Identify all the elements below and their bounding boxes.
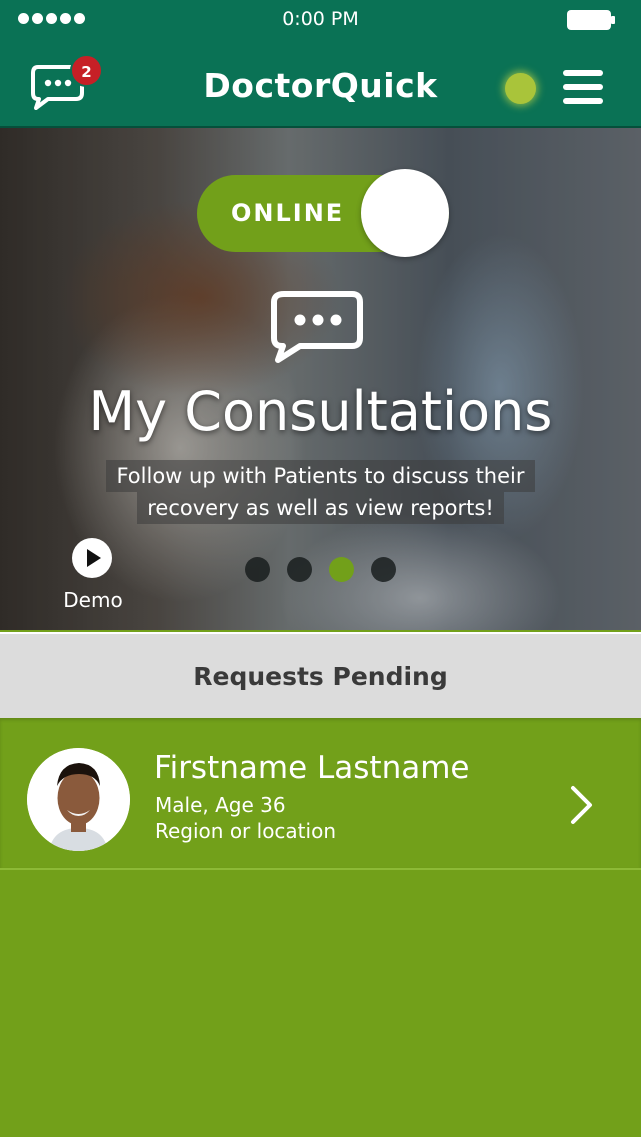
carousel-dot-4[interactable] bbox=[371, 557, 396, 582]
carousel-dot-2[interactable] bbox=[287, 557, 312, 582]
nav-bar: 2 DoctorQuick bbox=[0, 40, 641, 128]
online-status-indicator bbox=[505, 73, 536, 104]
carousel-pagination bbox=[245, 557, 396, 582]
patient-avatar bbox=[27, 748, 130, 851]
online-toggle[interactable]: ONLINE bbox=[197, 169, 449, 257]
hero-banner: ONLINE My Consultations Follow up with P… bbox=[0, 128, 641, 630]
patient-request-row[interactable]: Firstname Lastname Male, Age 36 Region o… bbox=[0, 718, 641, 870]
hero-title: My Consultations bbox=[88, 380, 553, 443]
online-toggle-label: ONLINE bbox=[231, 199, 345, 227]
chevron-right-icon[interactable] bbox=[566, 784, 596, 826]
demo-label: Demo bbox=[63, 588, 123, 612]
patient-photo bbox=[27, 748, 130, 851]
app-title: DoctorQuick bbox=[203, 66, 438, 105]
demo-button[interactable]: Demo bbox=[56, 536, 130, 616]
patient-gender-age: Male, Age 36 bbox=[155, 793, 286, 817]
play-icon bbox=[87, 549, 101, 567]
hamburger-menu-icon[interactable] bbox=[563, 70, 605, 106]
hero-subtitle-line-1: Follow up with Patients to discuss their bbox=[106, 460, 535, 492]
requests-pending-header: Requests Pending bbox=[0, 632, 641, 718]
patient-name: Firstname Lastname bbox=[154, 750, 470, 786]
online-toggle-knob[interactable] bbox=[361, 169, 449, 257]
consultation-chat-icon bbox=[271, 291, 363, 363]
status-bar: 0:00 PM bbox=[0, 0, 641, 40]
play-circle[interactable] bbox=[72, 538, 112, 578]
hero-subtitle: Follow up with Patients to discuss their… bbox=[0, 460, 641, 524]
hero-subtitle-line-2: recovery as well as view reports! bbox=[137, 492, 504, 524]
status-time: 0:00 PM bbox=[282, 8, 359, 30]
patient-location: Region or location bbox=[155, 819, 336, 843]
doctorquick-home-screen: 0:00 PM 2 DoctorQuick ONLINE My Consulta… bbox=[0, 0, 641, 1137]
top-bar: 0:00 PM 2 DoctorQuick bbox=[0, 0, 641, 128]
battery-icon bbox=[567, 10, 615, 30]
carousel-dot-3-active[interactable] bbox=[329, 557, 354, 582]
carousel-dot-1[interactable] bbox=[245, 557, 270, 582]
